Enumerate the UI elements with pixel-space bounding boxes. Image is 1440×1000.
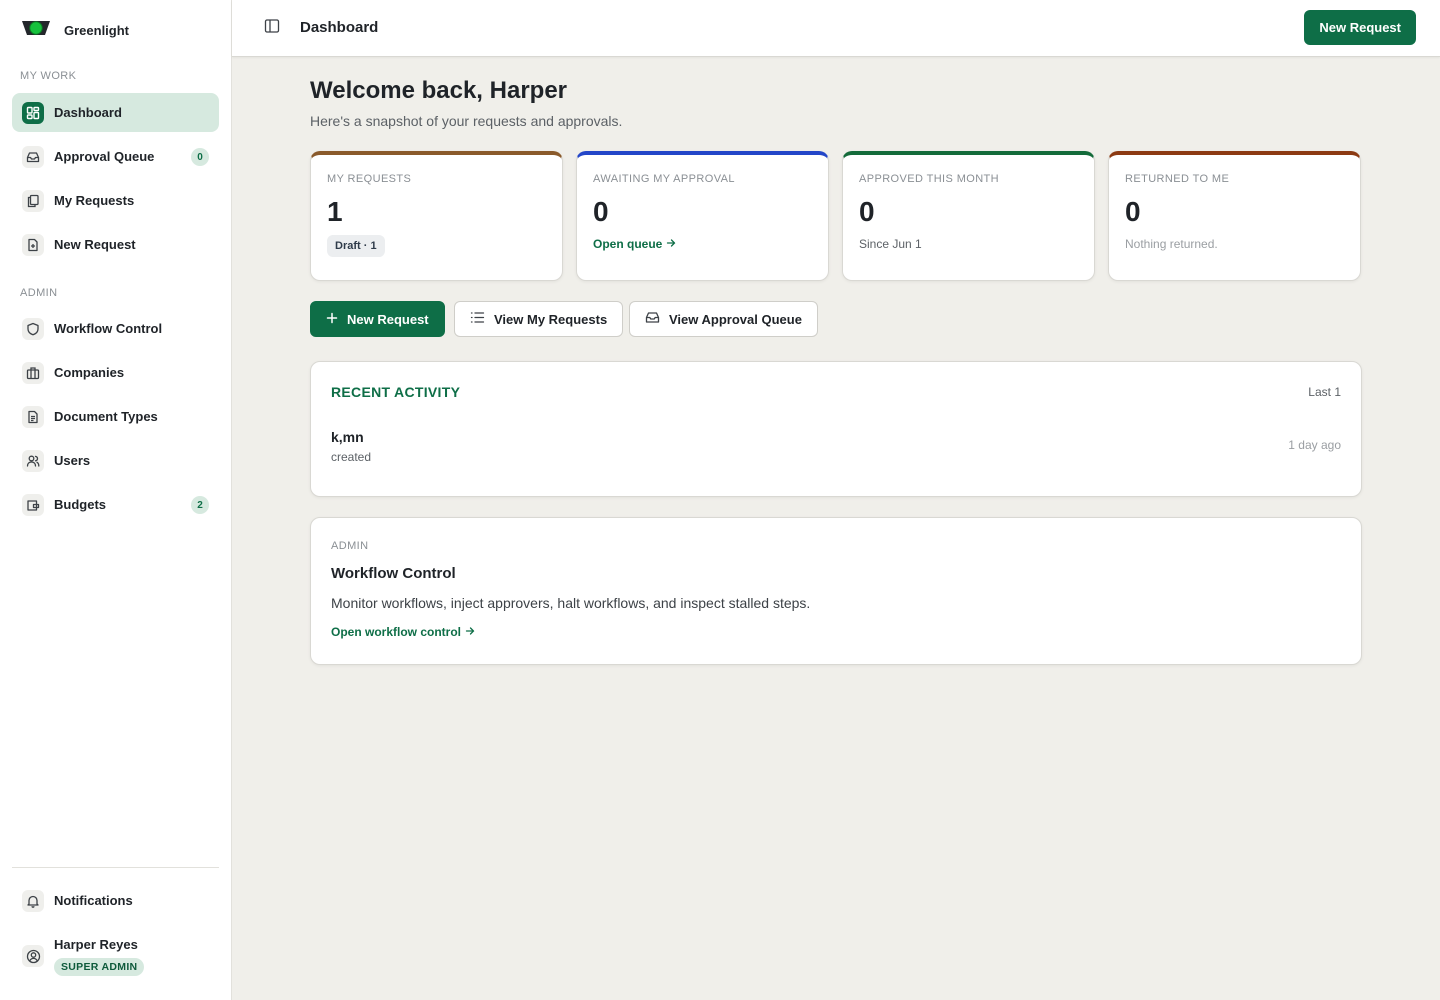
- count-badge: 2: [191, 496, 209, 514]
- stat-label: APPROVED THIS MONTH: [859, 173, 1000, 185]
- file-text-icon: [22, 405, 44, 428]
- sidebar-item-label: Approval Queue: [54, 149, 155, 164]
- role-badge: SUPER ADMIN: [54, 957, 145, 976]
- status-chip: Draft · 1: [327, 235, 385, 257]
- inbox-icon: [22, 145, 44, 168]
- sidebar-item-label: Companies: [54, 365, 125, 380]
- sidebar-item-label: Document Types: [54, 409, 158, 424]
- wallet-icon: [22, 493, 44, 516]
- stat-card-approved-this-month[interactable]: APPROVED THIS MONTH 0 Since Jun 1: [842, 151, 1095, 281]
- traffic-light-logo-icon: [20, 18, 52, 43]
- building-icon: [22, 361, 44, 384]
- welcome-subtitle: Here's a snapshot of your requests and a…: [310, 113, 623, 129]
- admin-card-description: Monitor workflows, inject approvers, hal…: [331, 595, 811, 611]
- stat-footnote: Since Jun 1: [859, 237, 922, 251]
- stat-card-returned-to-me[interactable]: RETURNED TO ME 0 Nothing returned.: [1108, 151, 1361, 281]
- arrow-right-icon: [465, 625, 475, 639]
- sidebar-item-budgets[interactable]: Budgets 2: [12, 485, 219, 524]
- welcome-heading: Welcome back, Harper: [310, 77, 568, 104]
- page-title: Dashboard: [300, 19, 379, 36]
- stat-label: MY REQUESTS: [327, 173, 412, 185]
- sidebar-toggle-button[interactable]: [262, 18, 282, 38]
- inbox-icon: [645, 311, 660, 327]
- brand-name: Greenlight: [64, 23, 130, 38]
- top-bar: Dashboard New Request: [232, 0, 1440, 57]
- recent-activity-count: Last 1: [1308, 385, 1341, 399]
- admin-workflow-card: ADMIN Workflow Control Monitor workflows…: [310, 517, 1362, 665]
- sidebar-item-label: My Requests: [54, 193, 135, 208]
- stat-value: 1: [327, 196, 343, 227]
- activity-action: created: [331, 450, 372, 464]
- open-queue-link-label: Open queue: [593, 237, 663, 251]
- sidebar-item-label: Notifications: [54, 893, 133, 908]
- list-icon: [470, 311, 485, 327]
- view-approval-queue-button[interactable]: View Approval Queue: [629, 301, 818, 337]
- sidebar-item-companies[interactable]: Companies: [12, 353, 219, 392]
- sidebar-item-approval-queue[interactable]: Approval Queue 0: [12, 137, 219, 176]
- open-queue-link[interactable]: Open queue: [593, 237, 676, 251]
- admin-eyebrow: ADMIN: [331, 540, 369, 552]
- button-label: New Request: [347, 311, 429, 327]
- sidebar-toggle-icon: [264, 18, 280, 39]
- stat-label: AWAITING MY APPROVAL: [593, 173, 735, 185]
- stat-value: 0: [593, 196, 609, 227]
- view-my-requests-button[interactable]: View My Requests: [454, 301, 624, 337]
- sidebar-item-my-requests[interactable]: My Requests: [12, 181, 219, 220]
- users-icon: [22, 449, 44, 472]
- sidebar-item-label: Workflow Control: [54, 321, 163, 336]
- stat-value: 0: [859, 196, 875, 227]
- sidebar-item-notifications[interactable]: Notifications: [12, 881, 219, 920]
- user-circle-icon: [22, 945, 44, 967]
- stat-value: 0: [1125, 196, 1141, 227]
- bell-icon: [22, 889, 44, 912]
- sidebar-item-label: Budgets: [54, 497, 106, 512]
- open-workflow-control-link[interactable]: Open workflow control: [331, 625, 475, 639]
- sidebar: Greenlight MY WORK Dashboard Approval Qu…: [0, 0, 232, 1000]
- button-label: View Approval Queue: [669, 311, 802, 327]
- plus-icon: [326, 312, 338, 327]
- sidebar-item-new-request[interactable]: New Request: [12, 225, 219, 264]
- stat-label: RETURNED TO ME: [1125, 173, 1230, 185]
- button-label: View My Requests: [494, 311, 608, 327]
- section-label-my-work: MY WORK: [20, 70, 77, 82]
- sidebar-divider: [12, 867, 219, 868]
- stat-card-my-requests[interactable]: MY REQUESTS 1 Draft · 1: [310, 151, 563, 281]
- arrow-right-icon: [666, 237, 676, 251]
- new-request-button[interactable]: New Request: [1304, 10, 1416, 45]
- recent-activity-panel: RECENT ACTIVITY Last 1 k,mn created 1 da…: [310, 361, 1362, 497]
- sidebar-item-document-types[interactable]: Document Types: [12, 397, 219, 436]
- stat-card-awaiting-approval[interactable]: AWAITING MY APPROVAL 0 Open queue: [576, 151, 829, 281]
- sidebar-item-workflow-control[interactable]: Workflow Control: [12, 309, 219, 348]
- section-label-admin: ADMIN: [20, 287, 58, 299]
- recent-activity-heading: RECENT ACTIVITY: [331, 384, 461, 400]
- link-label: Open workflow control: [331, 625, 462, 639]
- sidebar-item-label: Dashboard: [54, 105, 122, 120]
- documents-icon: [22, 189, 44, 212]
- brand[interactable]: Greenlight: [20, 18, 129, 43]
- admin-card-title: Workflow Control: [331, 565, 456, 582]
- stat-footnote: Nothing returned.: [1125, 237, 1218, 251]
- new-request-action-button[interactable]: New Request: [310, 301, 445, 337]
- user-profile[interactable]: Harper Reyes SUPER ADMIN: [12, 932, 219, 980]
- sidebar-item-dashboard[interactable]: Dashboard: [12, 93, 219, 132]
- sidebar-item-users[interactable]: Users: [12, 441, 219, 480]
- user-name: Harper Reyes: [54, 936, 138, 952]
- dashboard-icon: [22, 101, 44, 124]
- shield-icon: [22, 317, 44, 340]
- file-plus-icon: [22, 233, 44, 256]
- activity-title: k,mn: [331, 429, 364, 445]
- sidebar-item-label: Users: [54, 453, 91, 468]
- activity-timestamp: 1 day ago: [1288, 438, 1341, 452]
- count-badge: 0: [191, 148, 209, 166]
- sidebar-item-label: New Request: [54, 237, 136, 252]
